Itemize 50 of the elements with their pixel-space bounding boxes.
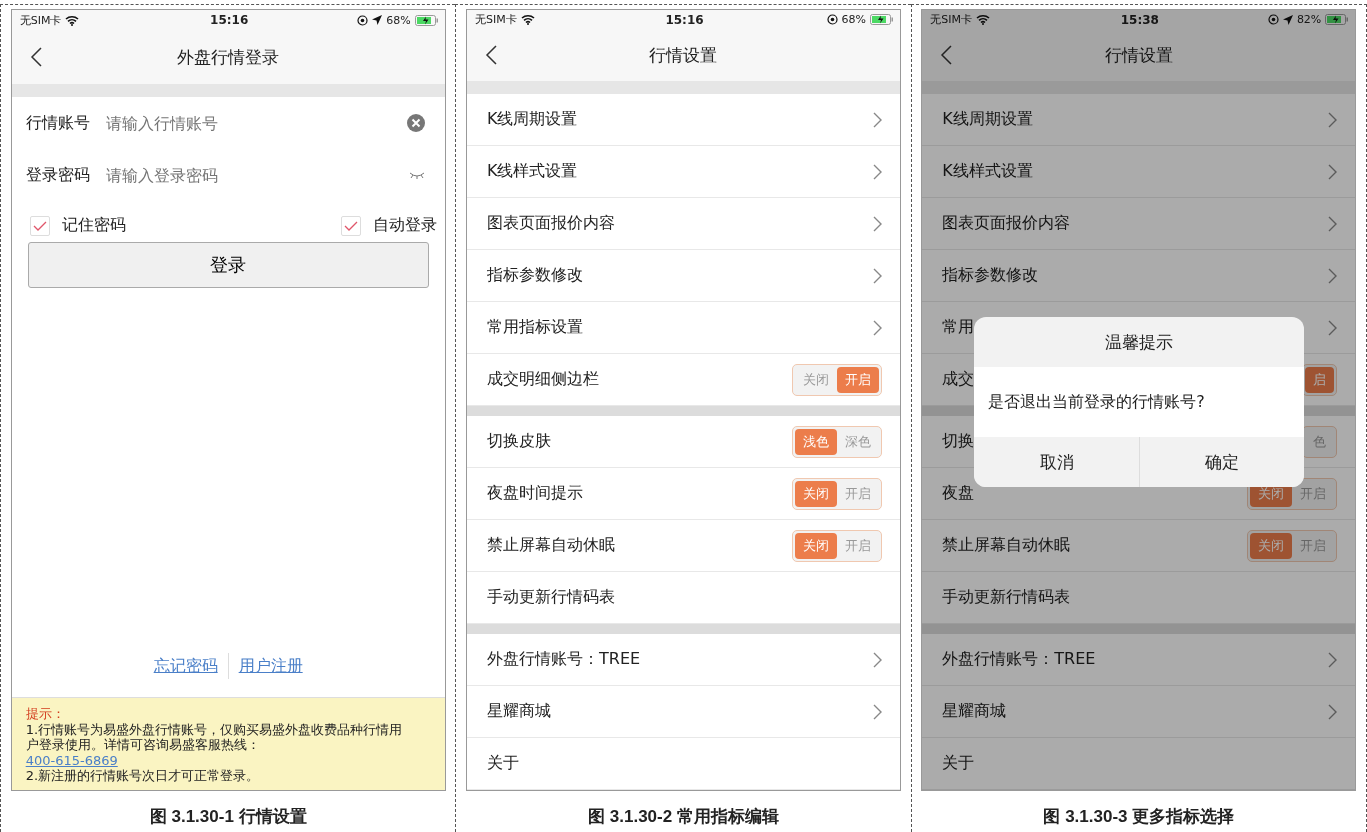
checkbox-label: 记住密码 <box>61 215 126 236</box>
row-label: 切换 <box>942 431 975 452</box>
screen-title: 外盘行情登录 <box>177 45 280 69</box>
row-label: 夜盘 <box>942 483 975 504</box>
field-label: 行情账号 <box>25 112 90 134</box>
row-label: 星耀商城 <box>942 701 1007 722</box>
row-label: 图表页面报价内容 <box>942 213 1071 234</box>
battery-percent: 68% <box>841 13 866 27</box>
row-label: 禁止屏幕自动休眠 <box>487 535 615 556</box>
status-time: 15:16 <box>210 13 249 27</box>
row-label: 成交 <box>942 369 975 390</box>
row-label: 常用 <box>942 317 975 338</box>
row-label: K线样式设置 <box>942 161 1033 182</box>
row-label: 手动更新行情码表 <box>487 587 615 608</box>
hint-text: 1.行情账号为易盛外盘行情账号，仅购买易盛外盘收费品种行情用户登录使用。详情可咨询易盛客服热线： <box>25 721 404 753</box>
row-label: K线周期设置 <box>487 109 578 130</box>
row-label: 外盘行情账号：TREE <box>487 649 641 670</box>
screen-title: 行情设置 <box>649 43 718 67</box>
dialog-message: 是否退出当前登录的行情账号? <box>988 391 1205 413</box>
row-label: 关于 <box>942 753 975 774</box>
figure-caption: 图 3.1.30-3 更多指标选择 <box>1043 806 1235 828</box>
figure-caption: 图 3.1.30-2 常用指标编辑 <box>588 806 779 828</box>
row-label: 手动更新行情码表 <box>942 587 1071 608</box>
carrier-label: 无SIM卡 <box>19 12 62 28</box>
row-label: 星耀商城 <box>487 701 551 722</box>
screen-title: 行情设置 <box>1104 43 1173 67</box>
checkbox-label: 自动登录 <box>372 215 437 236</box>
row-label: 指标参数修改 <box>487 265 583 286</box>
status-time: 15:38 <box>1120 12 1159 27</box>
status-time: 15:16 <box>665 12 704 27</box>
dialog-title: 温馨提示 <box>1105 330 1174 354</box>
row-label: K线样式设置 <box>487 161 578 182</box>
row-label: 夜盘时间提示 <box>487 483 583 504</box>
hint-title: 提示： <box>25 706 65 722</box>
row-label: 禁止屏幕自动休眠 <box>942 535 1071 556</box>
row-label: K线周期设置 <box>942 109 1033 130</box>
figure-caption: 图 3.1.30-1 行情设置 <box>149 806 307 828</box>
carrier-label: 无SIM卡 <box>930 12 973 28</box>
battery-percent: 82% <box>1296 13 1322 27</box>
hint-text: 2.新注册的行情账号次日才可正常登录。 <box>25 768 260 784</box>
row-label: 切换皮肤 <box>487 431 551 452</box>
field-label: 登录密码 <box>25 164 90 186</box>
carrier-label: 无SIM卡 <box>475 12 517 28</box>
row-label: 常用指标设置 <box>487 317 583 338</box>
row-label: 图表页面报价内容 <box>487 213 615 234</box>
row-label: 成交明细侧边栏 <box>487 369 599 390</box>
battery-percent: 68% <box>386 13 411 27</box>
row-label: 关于 <box>487 753 519 774</box>
row-label: 外盘行情账号：TREE <box>942 649 1096 670</box>
row-label: 指标参数修改 <box>942 265 1039 286</box>
